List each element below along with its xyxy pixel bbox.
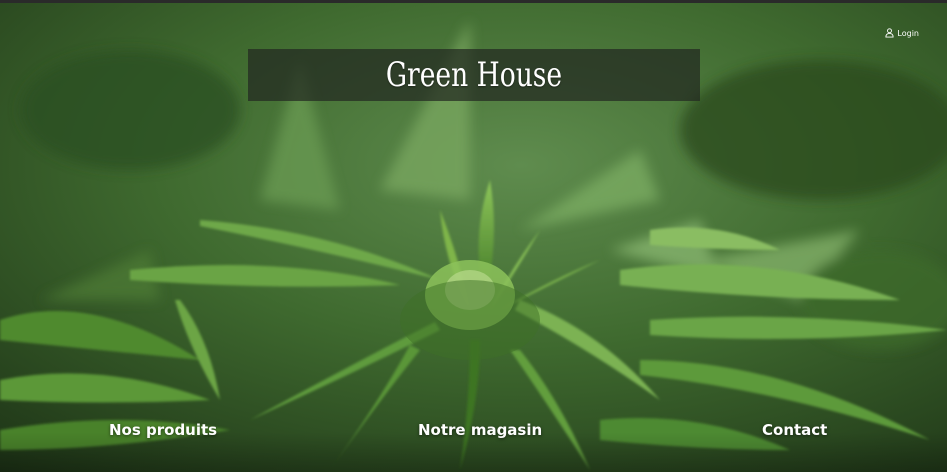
- user-icon: [885, 28, 894, 38]
- site-title-banner: Green House: [248, 49, 700, 101]
- login-link[interactable]: Login: [885, 28, 919, 38]
- top-border: [0, 0, 947, 3]
- login-label: Login: [897, 28, 919, 38]
- site-title: Green House: [385, 55, 563, 95]
- bottom-shade: [0, 432, 947, 472]
- page: Login Green House Nos produits Notre mag…: [0, 0, 947, 472]
